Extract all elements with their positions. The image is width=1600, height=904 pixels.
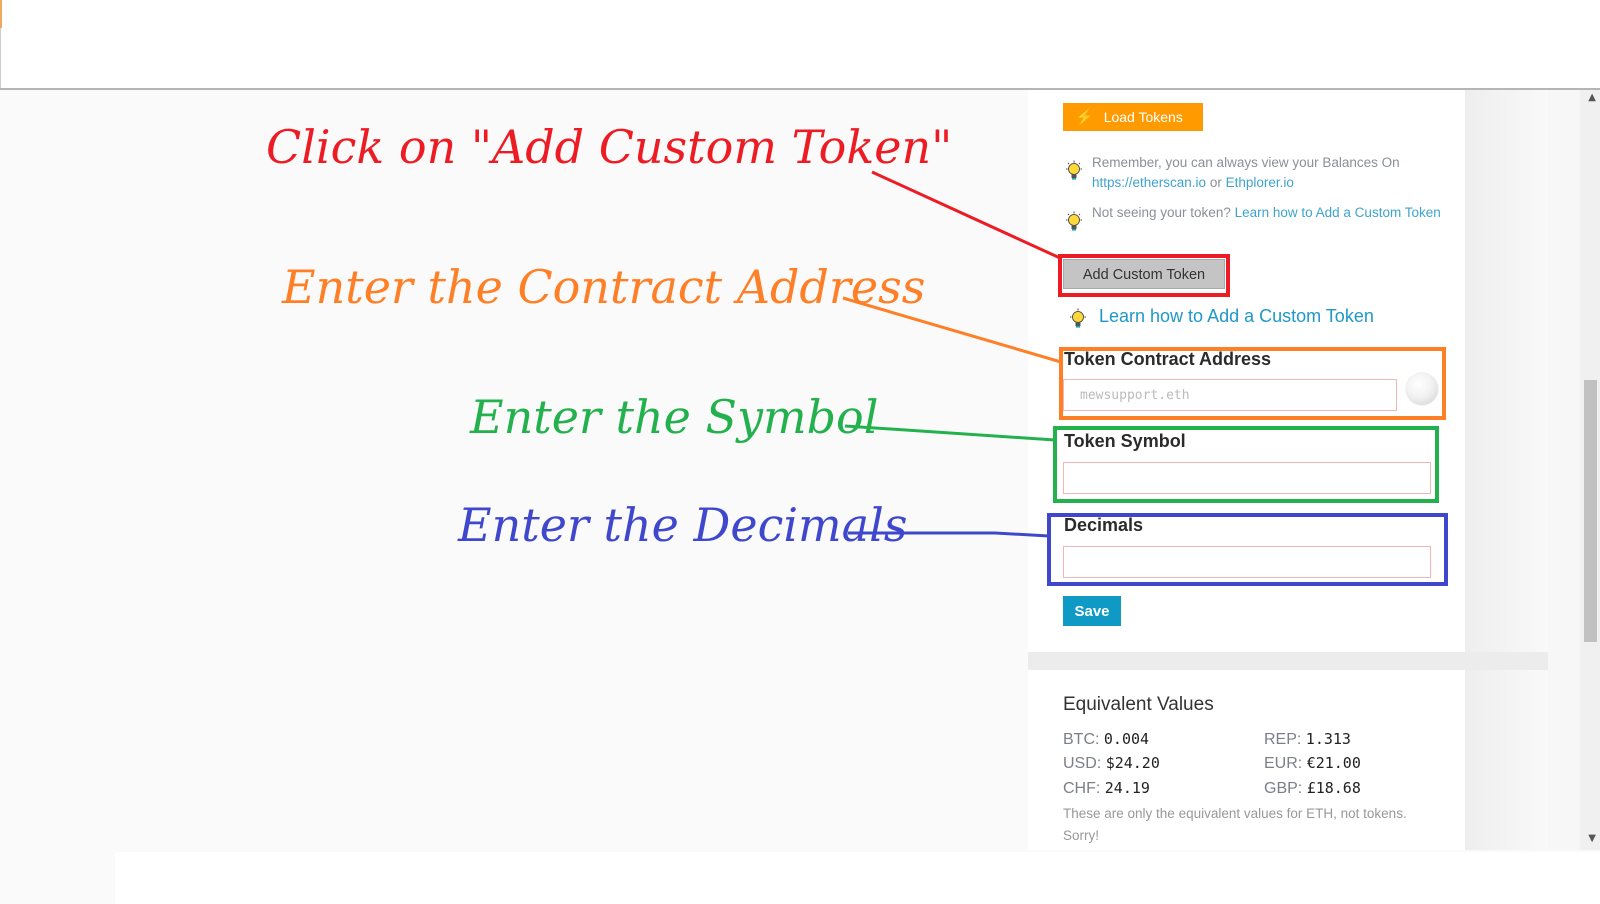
- browser-top-area: [0, 0, 1600, 90]
- annotation-step-contract-address: Enter the Contract Address: [282, 260, 926, 314]
- eq-usd: USD: $24.20: [1063, 754, 1160, 773]
- tab-accent: [0, 0, 2, 28]
- eq-rep: REP: 1.313: [1264, 730, 1351, 749]
- eq-label: CHF:: [1063, 780, 1101, 797]
- panel-divider: [1028, 652, 1548, 670]
- highlight-box-add-custom-token: [1058, 254, 1230, 297]
- left-border: [0, 28, 1, 88]
- lightbulb-icon: [1066, 160, 1082, 180]
- eq-value: 24.19: [1104, 779, 1150, 797]
- eq-chf: CHF: 24.19: [1063, 779, 1150, 798]
- eq-gbp: GBP: £18.68: [1264, 779, 1361, 798]
- lightbulb-icon: [1070, 308, 1086, 328]
- equivalent-values-title: Equivalent Values: [1063, 694, 1214, 715]
- tip-or: or: [1206, 175, 1226, 190]
- eq-label: GBP:: [1264, 780, 1303, 797]
- scroll-down-arrow-icon[interactable]: ▼: [1588, 833, 1596, 844]
- tip-balances: Remember, you can always view your Balan…: [1092, 153, 1442, 193]
- annotation-step-symbol: Enter the Symbol: [470, 390, 879, 444]
- lightbulb-icon: [1066, 211, 1082, 231]
- learn-add-custom-token-link[interactable]: Learn how to Add a Custom Token: [1235, 205, 1441, 220]
- etherscan-link[interactable]: https://etherscan.io: [1092, 175, 1206, 190]
- scroll-track[interactable]: ▲ ▼: [1580, 90, 1600, 850]
- save-button[interactable]: Save: [1063, 596, 1121, 626]
- eq-label: USD:: [1063, 755, 1102, 772]
- side-gutter: [1465, 90, 1548, 850]
- tip-text: Remember, you can always view your Balan…: [1092, 155, 1400, 170]
- eq-value: 1.313: [1305, 730, 1351, 748]
- eq-value: 0.004: [1103, 730, 1150, 748]
- eq-value: £18.68: [1306, 779, 1361, 797]
- bottom-area: [115, 852, 1600, 904]
- load-tokens-label: Load Tokens: [1103, 109, 1183, 125]
- eq-value: €21.00: [1306, 754, 1361, 772]
- eq-label: REP:: [1264, 731, 1302, 748]
- lightning-icon: ⚡: [1075, 109, 1094, 126]
- eq-label: EUR:: [1264, 755, 1303, 772]
- load-tokens-button[interactable]: ⚡ Load Tokens: [1063, 103, 1203, 131]
- scroll-thumb[interactable]: [1584, 380, 1597, 642]
- scroll-up-arrow-icon[interactable]: ▲: [1588, 92, 1596, 103]
- eq-btc: BTC: 0.004: [1063, 730, 1149, 749]
- highlight-box-contract-address: [1059, 347, 1446, 420]
- annotation-step-add-custom-token: Click on "Add Custom Token": [266, 120, 953, 174]
- tip-text: Not seeing your token?: [1092, 205, 1235, 220]
- tip-not-seeing-token: Not seeing your token? Learn how to Add …: [1092, 203, 1442, 223]
- ethplorer-link[interactable]: Ethplorer.io: [1226, 175, 1294, 190]
- equivalent-values-note: These are only the equivalent values for…: [1063, 806, 1407, 843]
- highlight-box-symbol: [1053, 426, 1439, 503]
- eq-eur: EUR: €21.00: [1264, 754, 1361, 773]
- eq-label: BTC:: [1063, 731, 1100, 748]
- learn-how-to-add-link[interactable]: Learn how to Add a Custom Token: [1099, 306, 1374, 327]
- eq-value: $24.20: [1105, 754, 1160, 772]
- highlight-box-decimals: [1047, 513, 1448, 586]
- annotation-step-decimals: Enter the Decimals: [458, 498, 908, 552]
- page-scrollbar[interactable]: ▲ ▼: [1548, 90, 1600, 850]
